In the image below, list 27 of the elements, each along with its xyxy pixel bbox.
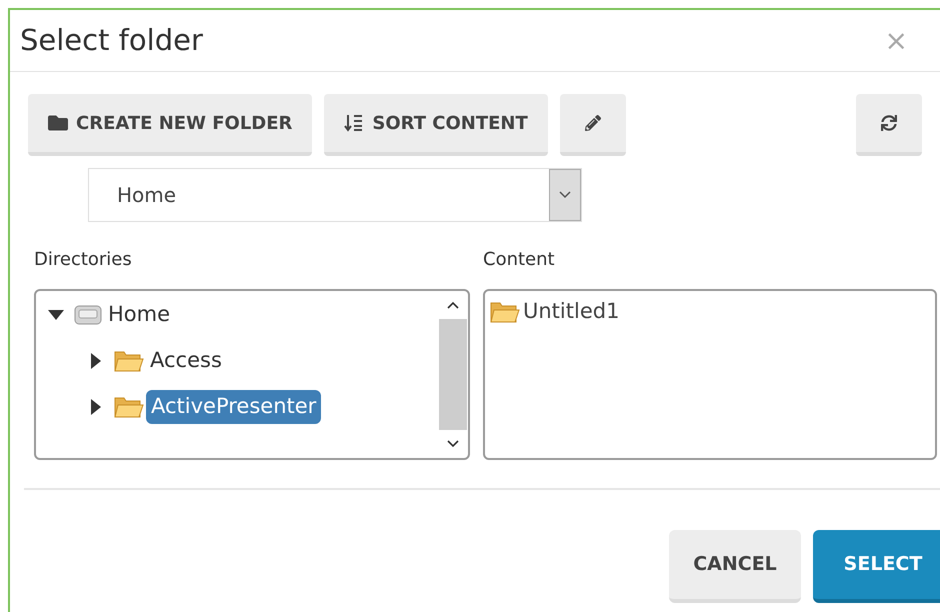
section-label: Directories	[34, 248, 133, 272]
folder-icon	[490, 300, 520, 324]
folder-icon	[114, 349, 144, 373]
folder-icon	[48, 113, 68, 133]
refresh-icon	[880, 115, 897, 131]
select-button[interactable]: SELECT	[813, 530, 940, 603]
scroll-up-icon[interactable]	[447, 301, 459, 309]
edit-button[interactable]	[560, 94, 626, 156]
section-label: Content	[483, 248, 556, 272]
sort-icon	[344, 114, 364, 132]
toolbar-button[interactable]: SORT CONTENT	[324, 94, 548, 156]
location-dropdown[interactable]: Home	[88, 168, 582, 222]
tree-item[interactable]: Home	[108, 299, 170, 331]
scrollbar-thumb[interactable]	[439, 319, 467, 430]
tree-item[interactable]: ActivePresenter	[146, 390, 322, 424]
dialog-title: Select folder	[20, 22, 203, 59]
folder-icon	[114, 395, 144, 419]
refresh-button[interactable]	[856, 94, 922, 156]
pencil-icon	[584, 115, 601, 131]
content-item[interactable]: Untitled1	[523, 296, 620, 328]
expanded-arrow-icon[interactable]	[46, 310, 66, 320]
scroll-down-icon[interactable]	[447, 440, 459, 448]
dropdown-value: Home	[117, 182, 176, 209]
toolbar-button[interactable]: CREATE NEW FOLDER	[28, 94, 312, 156]
tree-item[interactable]: Access	[150, 345, 222, 377]
cancel-button[interactable]: CANCEL	[669, 530, 801, 603]
drive-icon	[74, 304, 102, 326]
